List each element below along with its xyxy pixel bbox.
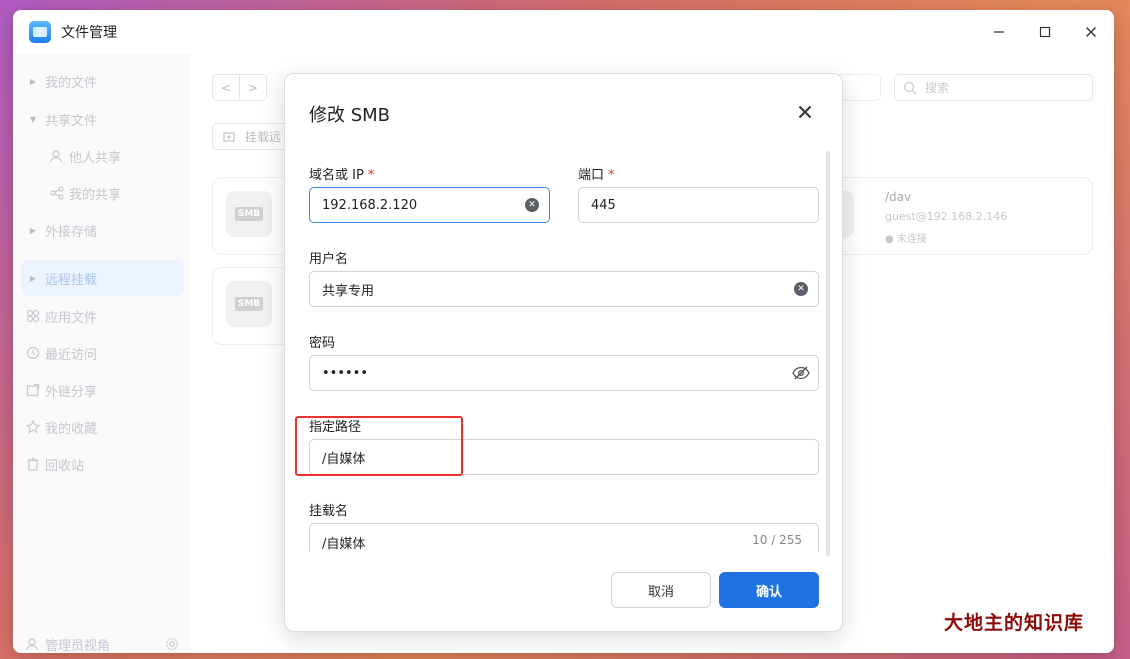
- port-label: 端口 *: [578, 168, 615, 183]
- folder-plus-icon: [223, 131, 235, 142]
- dialog-title: 修改 SMB: [309, 105, 391, 126]
- card-status: ● 未连接: [885, 234, 927, 245]
- sidebar-item-shared-files[interactable]: ▼ 共享文件: [21, 101, 184, 137]
- password-input[interactable]: ••••••: [309, 355, 819, 391]
- maximize-icon: [1039, 26, 1051, 38]
- watermark-text: 大地主的知识库: [944, 612, 1085, 634]
- dialog-close-button[interactable]: [795, 102, 815, 122]
- close-window-button[interactable]: [1068, 10, 1114, 54]
- share-icon: [45, 186, 69, 200]
- close-icon: [798, 105, 812, 119]
- sidebar-item-app-files[interactable]: 应用文件: [21, 298, 184, 334]
- sidebar-item-link-share[interactable]: 外链分享: [21, 372, 184, 408]
- window-title: 文件管理: [61, 25, 117, 41]
- sidebar-item-my-shares[interactable]: 我的共享: [45, 175, 184, 211]
- smb-logo: SMB: [226, 281, 272, 327]
- chevron-down-icon: ▼: [29, 114, 37, 124]
- dialog-scrollbar[interactable]: [826, 151, 830, 556]
- sidebar-item-shared-with-me[interactable]: 他人共享: [45, 138, 184, 174]
- host-label: 域名或 IP *: [309, 168, 375, 183]
- clear-icon[interactable]: ✕: [794, 282, 808, 296]
- forward-button[interactable]: >: [240, 75, 266, 100]
- chevron-right-icon: ▶: [29, 225, 37, 235]
- star-icon: [21, 420, 45, 434]
- port-input[interactable]: 445: [578, 187, 819, 223]
- username-label: 用户名: [309, 252, 349, 267]
- gear-icon[interactable]: [160, 637, 184, 651]
- nav-buttons: < >: [212, 74, 267, 101]
- minimize-icon: [994, 31, 1004, 33]
- eye-off-icon[interactable]: [792, 366, 810, 380]
- chevron-right-icon: ▶: [29, 76, 37, 86]
- sidebar-item-my-files[interactable]: ▶ 我的文件: [21, 63, 184, 99]
- maximize-button[interactable]: [1022, 10, 1068, 54]
- chevron-right-icon: ▶: [29, 273, 37, 283]
- link-share-icon: [21, 383, 45, 397]
- sidebar-item-recent[interactable]: 最近访问: [21, 335, 184, 371]
- mount-name-input[interactable]: /自媒体 10 / 255: [309, 523, 819, 552]
- minimize-button[interactable]: [976, 10, 1022, 54]
- sidebar-item-favorites[interactable]: 我的收藏: [21, 409, 184, 445]
- host-input[interactable]: 192.168.2.120 ✕: [309, 187, 550, 223]
- card-user: guest@192.168.2.146: [885, 210, 1008, 223]
- search-icon: [903, 81, 917, 94]
- search-input[interactable]: 搜索: [894, 74, 1093, 101]
- sidebar-item-external-storage[interactable]: ▶ 外接存储: [21, 212, 184, 248]
- apps-icon: [21, 309, 45, 323]
- sidebar-item-remote-mount[interactable]: ▶ 远程挂载: [21, 260, 184, 296]
- cancel-button[interactable]: 取消: [611, 572, 711, 608]
- admin-user-icon: [21, 637, 45, 651]
- window-controls: [976, 10, 1114, 54]
- mount-name-label: 挂载名: [309, 504, 349, 519]
- clock-icon: [21, 346, 45, 360]
- close-icon: [1086, 27, 1096, 37]
- annotation-highlight-box: [295, 416, 463, 476]
- sidebar: ▶ 我的文件 ▼ 共享文件 他人共享 我的共享 ▶ 外接存储 ▶ 远程挂载 应用…: [13, 54, 191, 653]
- edit-smb-dialog: 修改 SMB 域名或 IP * 192.168.2.120 ✕ 端口 * 445 用…: [284, 73, 843, 632]
- confirm-button[interactable]: 确认: [719, 572, 819, 608]
- smb-logo: SMB: [226, 191, 272, 237]
- trash-icon: [21, 457, 45, 471]
- clear-icon[interactable]: ✕: [525, 198, 539, 212]
- admin-view-toggle[interactable]: 管理员视角: [21, 626, 184, 653]
- mount-card-2[interactable]: AV /dav guest@192.168.2.146 ● 未连接: [808, 177, 1093, 255]
- username-input[interactable]: 共享专用 ✕: [309, 271, 819, 307]
- titlebar: 文件管理: [13, 10, 1114, 54]
- users-icon: [45, 149, 69, 163]
- char-counter: 10 / 255: [752, 533, 802, 547]
- back-button[interactable]: <: [213, 75, 240, 100]
- card-path: /dav: [885, 190, 912, 204]
- password-label: 密码: [309, 336, 336, 351]
- sidebar-item-trash[interactable]: 回收站: [21, 446, 184, 482]
- folder-app-icon: [29, 21, 51, 43]
